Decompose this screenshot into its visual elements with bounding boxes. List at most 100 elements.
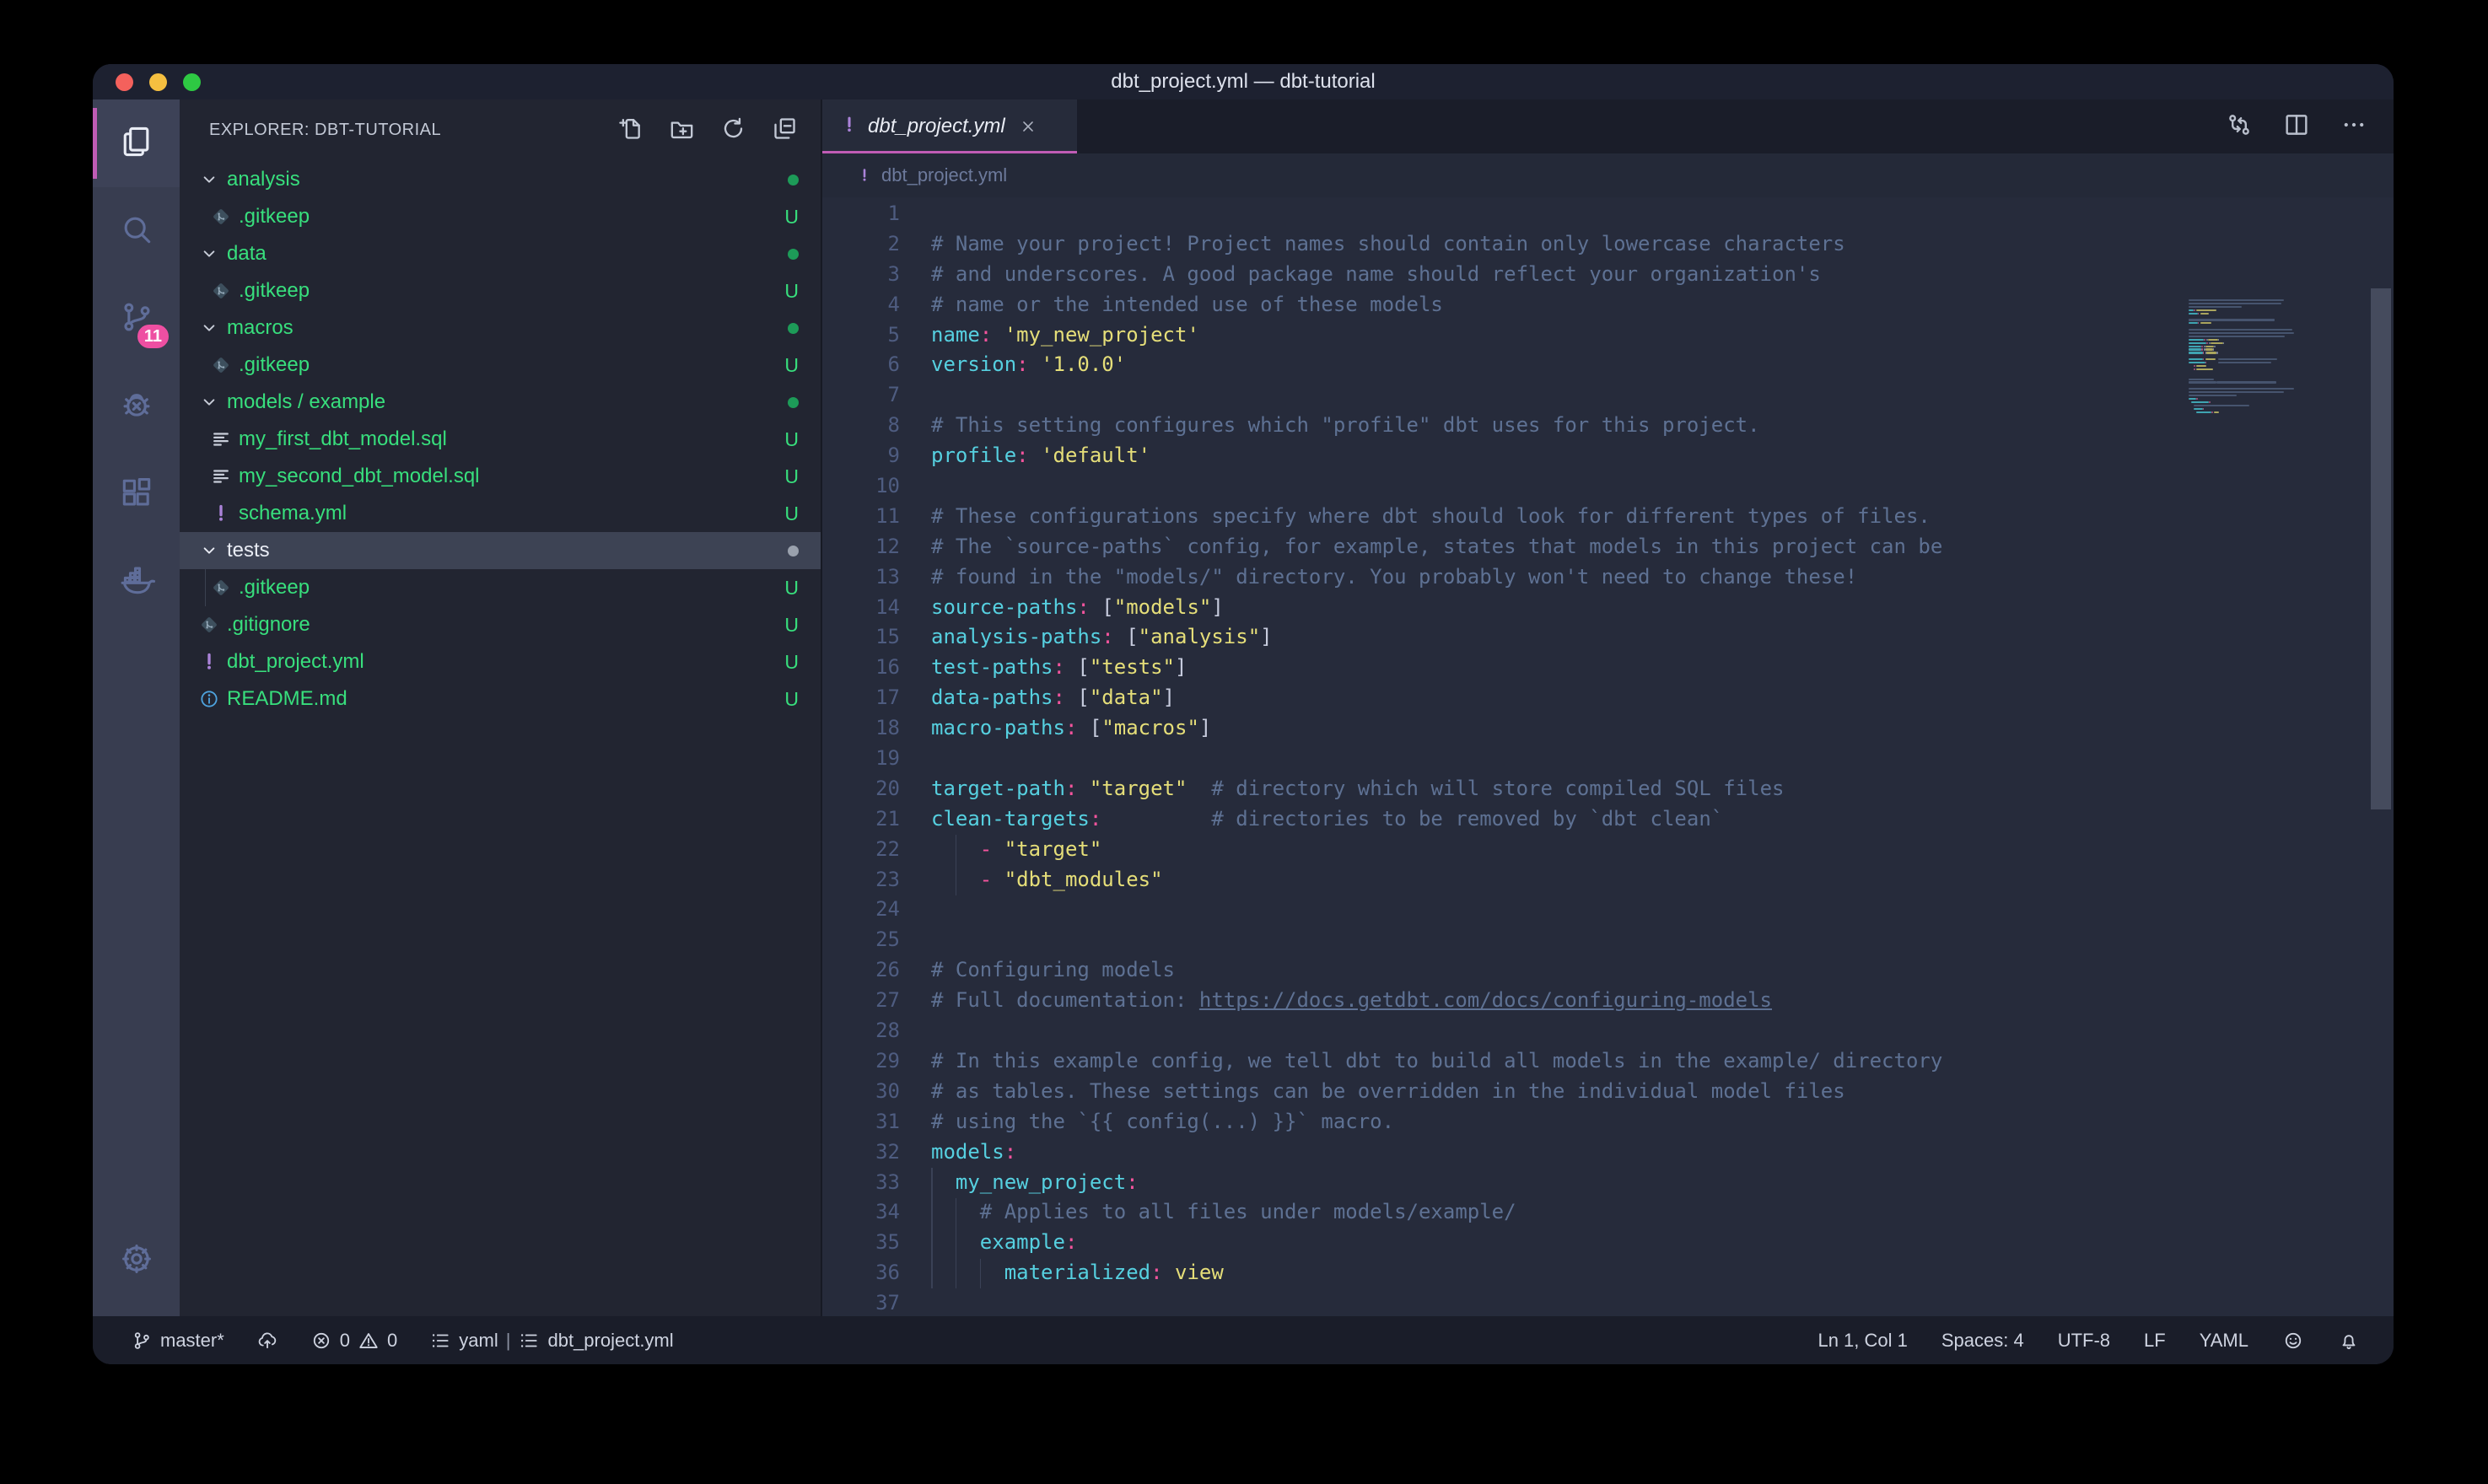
tree-item-label: .gitignore: [227, 613, 310, 637]
status-problems[interactable]: 00: [310, 1330, 398, 1352]
tree-item-readme-md[interactable]: README.mdU: [180, 680, 821, 718]
code-line: [931, 1016, 1942, 1046]
minimap-line: [2196, 309, 2216, 311]
open-changes-icon[interactable]: [2225, 110, 2254, 143]
indent-guide: [931, 1168, 933, 1289]
maximize-window-button[interactable]: [183, 73, 201, 91]
activity-item-extensions[interactable]: [93, 450, 180, 538]
tree-item-schema-yml[interactable]: schema.ymlU: [180, 495, 821, 532]
minimap-line: [2189, 352, 2203, 353]
minimap-line: [2218, 358, 2278, 360]
status-notifications[interactable]: [2338, 1330, 2360, 1352]
tree-item--gitkeep[interactable]: .gitkeepU: [180, 272, 821, 309]
tree-item-label: .gitkeep: [239, 279, 310, 303]
code-line: [931, 471, 1942, 502]
status-indentation[interactable]: Spaces: 4: [1941, 1330, 2024, 1352]
status-text: Ln 1, Col 1: [1818, 1330, 1907, 1352]
explorer-icon: [118, 123, 155, 164]
minimap-line: [2206, 352, 2216, 353]
new-folder-icon[interactable]: [668, 115, 696, 147]
minimap-line: [2203, 358, 2205, 360]
activity-item-source-control[interactable]: 11: [93, 275, 180, 363]
vertical-scrollbar[interactable]: [2371, 288, 2391, 809]
line-number: 33: [822, 1168, 900, 1198]
tree-item-label: my_second_dbt_model.sql: [239, 465, 480, 488]
close-window-button[interactable]: [116, 73, 133, 91]
git-untracked-badge: U: [784, 354, 799, 377]
desktop-background: { "window": { "title": "dbt_project.yml …: [0, 0, 2488, 1484]
code-line: # Configuring models: [931, 955, 1942, 986]
tree-item-models-example[interactable]: models / example: [180, 384, 821, 421]
tree-item--gitkeep[interactable]: .gitkeepU: [180, 569, 821, 606]
code-line: my_new_project:: [931, 1168, 1942, 1198]
tree-item-label: .gitkeep: [239, 205, 310, 229]
tree-item-my-second-dbt-model-sql[interactable]: my_second_dbt_model.sqlU: [180, 458, 821, 495]
new-file-icon[interactable]: [617, 115, 644, 147]
activity-item-run-debug[interactable]: [93, 363, 180, 450]
tree-item-data[interactable]: data: [180, 235, 821, 272]
collapse-folders-icon[interactable]: [771, 115, 799, 147]
line-number: 21: [822, 804, 900, 835]
status-language-mode[interactable]: YAML: [2200, 1330, 2248, 1352]
minimap-line: [2189, 299, 2284, 301]
tree-item--gitignore[interactable]: .gitignore U: [180, 606, 821, 643]
tab-dbt-project-yml[interactable]: dbt_project.yml: [822, 99, 1077, 153]
code-line: # These configurations specify where dbt…: [931, 502, 1942, 532]
line-number: 29: [822, 1046, 900, 1077]
status-git-branch[interactable]: master*: [131, 1330, 224, 1352]
minimap-line: [2189, 319, 2275, 320]
chevron-down-icon: [198, 540, 220, 562]
code-line: - "dbt_modules": [931, 865, 1942, 895]
tree-item-dbt-project-yml[interactable]: dbt_project.ymlU: [180, 643, 821, 680]
minimap[interactable]: [2189, 296, 2334, 422]
code-line: [931, 895, 1942, 925]
git-modified-dot: [788, 397, 799, 408]
code-editor[interactable]: 1234567891011121314151617181920212223242…: [822, 197, 2394, 1316]
tree-item--gitkeep[interactable]: .gitkeepU: [180, 347, 821, 384]
code-line: # Applies to all files under models/exam…: [931, 1197, 1942, 1228]
status-yaml-schema-status[interactable]: yaml|dbt_project.yml: [429, 1330, 673, 1352]
activity-item-search[interactable]: [93, 187, 180, 275]
tree-item-my-first-dbt-model-sql[interactable]: my_first_dbt_model.sqlU: [180, 421, 821, 458]
refresh-explorer-icon[interactable]: [719, 115, 747, 147]
close-tab-icon[interactable]: [1019, 117, 1037, 136]
minimap-line: [2189, 391, 2284, 393]
status-eol-sequence[interactable]: LF: [2144, 1330, 2166, 1352]
indent-guide: [956, 835, 957, 895]
line-number: 35: [822, 1228, 900, 1258]
status-encoding[interactable]: UTF-8: [2058, 1330, 2110, 1352]
line-number: 28: [822, 1016, 900, 1046]
minimap-line: [2214, 411, 2219, 413]
status-text: yaml: [459, 1330, 498, 1352]
tree-item-tests[interactable]: tests: [180, 532, 821, 569]
split-editor-icon[interactable]: [2282, 110, 2311, 143]
tree-item--gitkeep[interactable]: .gitkeepU: [180, 198, 821, 235]
cloud-up-icon: [256, 1330, 278, 1352]
line-number: 14: [822, 593, 900, 623]
warning-icon: [358, 1330, 380, 1352]
branch-icon: [131, 1330, 153, 1352]
chevron-down-icon: [198, 243, 220, 265]
breadcrumb[interactable]: dbt_project.yml: [822, 153, 2394, 197]
minimap-line: [2189, 348, 2201, 350]
status-cursor-position[interactable]: Ln 1, Col 1: [1818, 1330, 1907, 1352]
status-sync-changes[interactable]: [256, 1330, 278, 1352]
activity-item-settings[interactable]: [93, 1217, 180, 1304]
activity-bar: 11: [93, 99, 180, 1316]
activity-item-explorer[interactable]: [93, 99, 180, 187]
git-modified-dot: [788, 323, 799, 334]
minimize-window-button[interactable]: [149, 73, 167, 91]
more-actions-icon[interactable]: [2340, 110, 2368, 143]
tree-item-macros[interactable]: macros: [180, 309, 821, 347]
line-number: 3: [822, 260, 900, 290]
line-number: 16: [822, 653, 900, 683]
minimap-line: [2189, 358, 2203, 360]
git-file-icon: [198, 614, 220, 636]
code-line: clean-targets: # directories to be remov…: [931, 804, 1942, 835]
tree-item-analysis[interactable]: analysis: [180, 161, 821, 198]
status-feedback[interactable]: [2282, 1330, 2304, 1352]
activity-item-docker[interactable]: [93, 538, 180, 626]
minimap-line: [2189, 329, 2292, 331]
git-untracked-badge: U: [784, 614, 799, 637]
code-line: macro-paths: ["macros"]: [931, 713, 1942, 744]
